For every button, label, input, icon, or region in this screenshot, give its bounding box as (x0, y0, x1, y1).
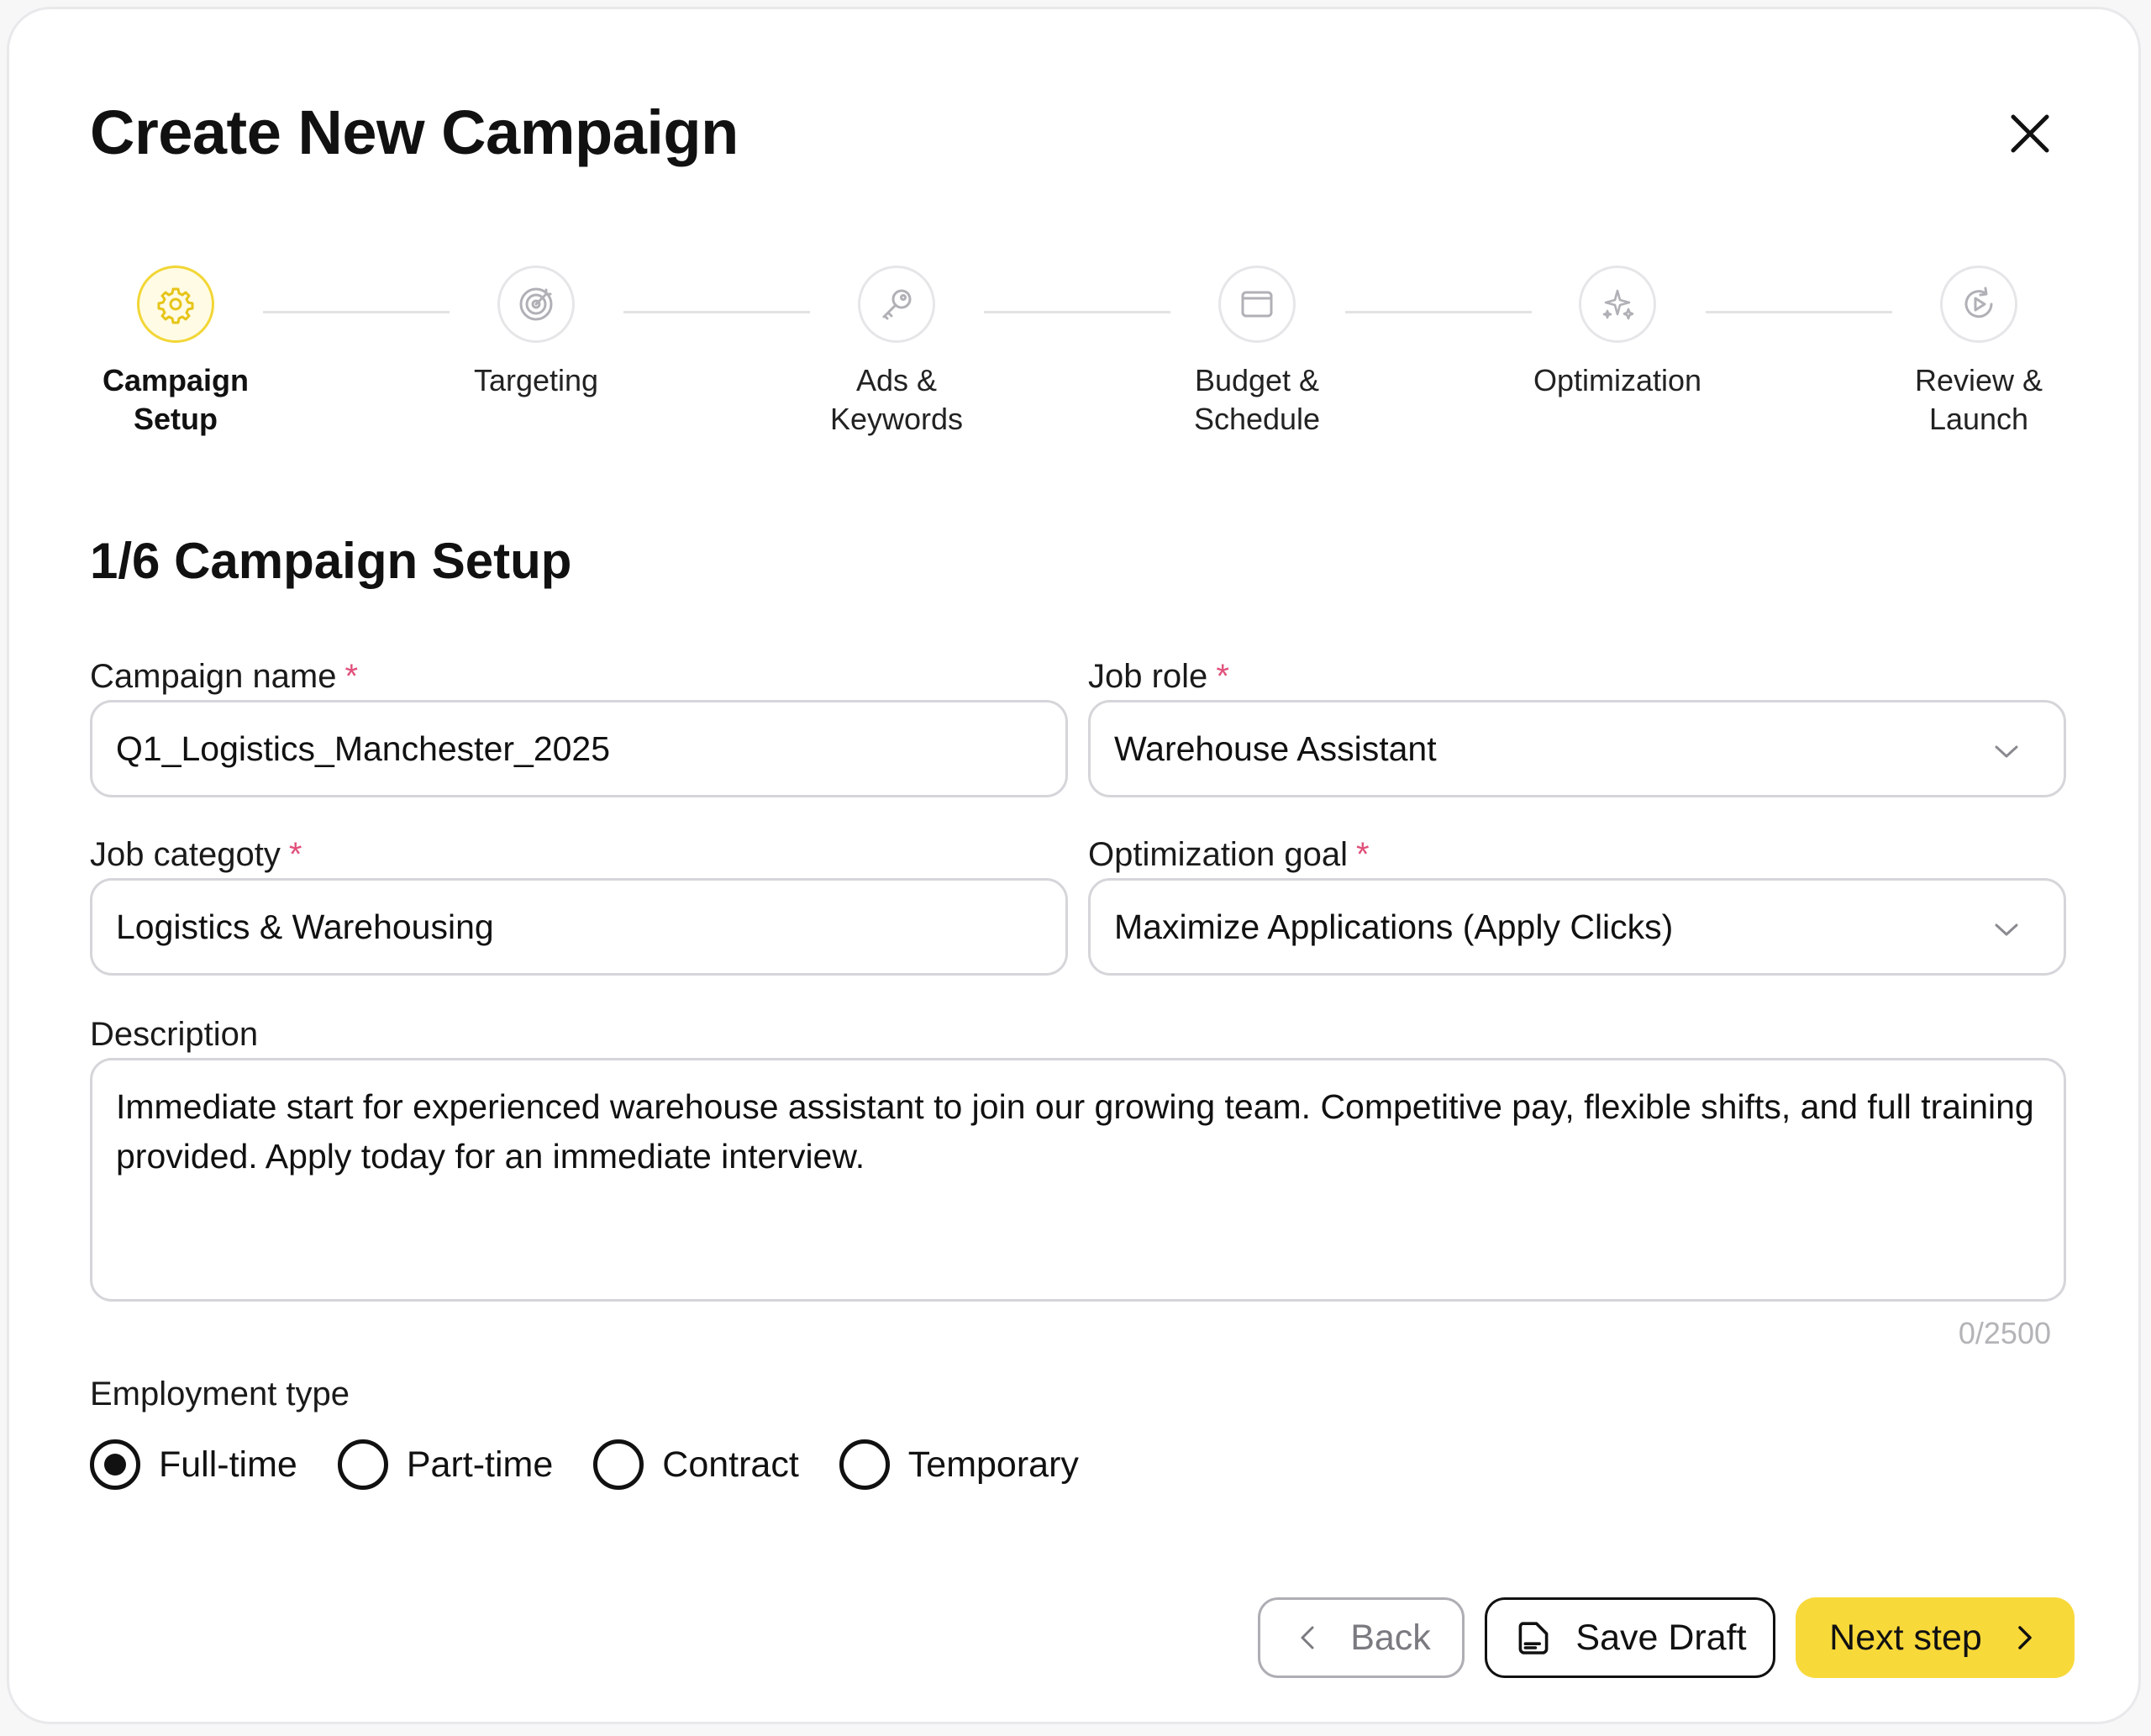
step-review-launch[interactable]: Review & Launch (1811, 266, 2147, 439)
save-draft-button[interactable]: Save Draft (1485, 1597, 1775, 1678)
step-label: Ads & Keywords (829, 363, 964, 436)
chevron-left-icon (1301, 1626, 1314, 1649)
play-refresh-icon (1964, 287, 1993, 318)
radio-unselected-icon (337, 1439, 388, 1490)
job-category-input[interactable]: Logistics & Warehousing (90, 878, 1068, 976)
sparkles-icon (1602, 289, 1634, 320)
step-label: Review & Launch (1914, 363, 2043, 436)
step-optimization[interactable]: Optimization (1449, 266, 1785, 400)
key-icon (882, 289, 912, 320)
description-textarea[interactable]: Immediate start for experienced warehous… (90, 1058, 2066, 1302)
radio-full-time[interactable]: Full-time (90, 1439, 297, 1490)
chevron-down-icon (1995, 745, 2018, 758)
progress-stepper: Campaign Setup Targeting Ads & Keywords (9, 9, 2138, 480)
step-targeting[interactable]: Targeting (368, 266, 704, 400)
job-role-select[interactable]: Warehouse Assistant (1088, 700, 2066, 797)
radio-contract[interactable]: Contract (593, 1439, 799, 1490)
employment-type-radio-group: Full-time Part-time Contract Temporary (90, 1439, 1119, 1490)
next-step-button[interactable]: Next step (1796, 1597, 2075, 1678)
campaign-name-input[interactable]: Q1_Logistics_Manchester_2025 (90, 700, 1068, 797)
wallet-icon (1241, 291, 1273, 318)
character-counter: 0/2500 (1958, 1316, 2051, 1350)
step-campaign-setup[interactable]: Campaign Setup (8, 266, 344, 439)
description-label: Description (90, 1016, 259, 1053)
job-category-label: Job categoty * (90, 836, 302, 873)
step-ads-keywords[interactable]: Ads & Keywords (728, 266, 1065, 439)
required-asterisk: * (288, 836, 302, 873)
gear-icon (157, 287, 194, 324)
campaign-name-label: Campaign name * (90, 658, 359, 695)
target-icon (519, 287, 553, 321)
optimization-goal-label: Optimization goal * (1088, 836, 1370, 873)
job-role-label: Job role * (1088, 658, 1229, 695)
required-asterisk: * (1356, 836, 1370, 873)
step-budget-schedule[interactable]: Budget & Schedule (1089, 266, 1425, 439)
save-draft-icon (1519, 1622, 1549, 1654)
step-label: Campaign Setup (102, 363, 250, 436)
step-label: Budget & Schedule (1193, 363, 1321, 436)
step-label: Optimization (1533, 363, 1702, 397)
radio-unselected-icon (593, 1439, 644, 1490)
radio-selected-icon (90, 1439, 140, 1490)
optimization-goal-select[interactable]: Maximize Applications (Apply Clicks) (1088, 878, 2066, 976)
back-button[interactable]: Back (1258, 1597, 1465, 1678)
required-asterisk: * (344, 658, 359, 695)
radio-part-time[interactable]: Part-time (337, 1439, 553, 1490)
chevron-right-icon (2018, 1626, 2032, 1649)
section-title: 1/6 Campaign Setup (90, 533, 572, 589)
required-asterisk: * (1216, 658, 1229, 695)
create-campaign-modal: Create New Campaign Campaign Setup Targe… (7, 7, 2141, 1724)
radio-temporary[interactable]: Temporary (839, 1439, 1079, 1490)
step-label: Targeting (473, 363, 599, 397)
radio-unselected-icon (839, 1439, 890, 1490)
employment-type-label: Employment type (90, 1376, 350, 1412)
chevron-down-icon (1995, 923, 2018, 936)
